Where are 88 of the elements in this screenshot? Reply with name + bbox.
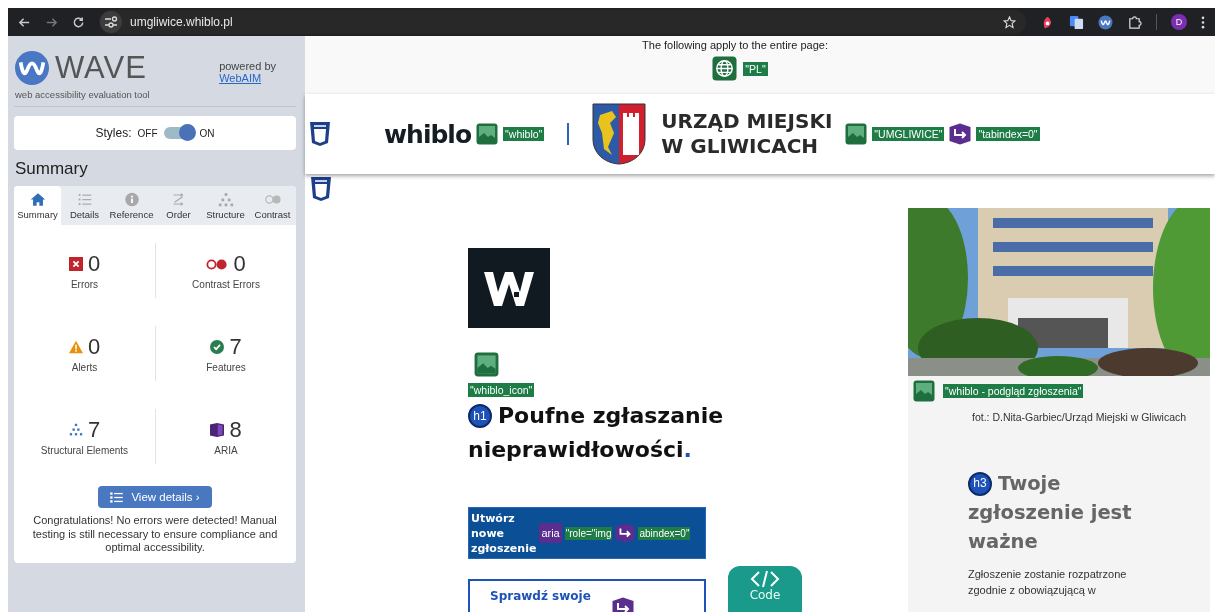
reload-icon[interactable] xyxy=(72,15,85,29)
stat-label: ARIA xyxy=(214,445,238,456)
alt-text-label: "whiblo" xyxy=(503,127,545,141)
error-icon xyxy=(68,257,83,271)
panel-tab[interactable]: Reference xyxy=(108,186,155,225)
image-icon xyxy=(845,123,868,145)
on-label: ON xyxy=(199,127,215,139)
heading-line: zgłoszenie jest xyxy=(968,500,1132,526)
stat-label: Errors xyxy=(70,279,99,290)
heading-line: ważne xyxy=(968,529,1038,555)
heading-level-badge: h3 xyxy=(968,471,992,496)
hierarchy-icon xyxy=(216,192,235,207)
wave-title: WAVE xyxy=(55,50,147,86)
alt-text-label: "whiblo_icon" xyxy=(468,383,535,397)
summary-heading: Summary xyxy=(15,159,89,179)
site-settings-icon[interactable] xyxy=(100,11,122,33)
brand-wordmark[interactable]: whiblo xyxy=(384,119,472,149)
tab-arrow-icon xyxy=(949,123,972,145)
menu-icon[interactable] xyxy=(1201,15,1205,29)
alert-icon xyxy=(68,340,83,354)
stat-label: Features xyxy=(206,362,246,373)
contrast-error-icon xyxy=(206,258,229,270)
info-icon xyxy=(122,192,141,207)
panel-tab[interactable]: Structure xyxy=(202,186,249,225)
image-icon xyxy=(474,352,499,377)
stat-label: Structural Elements xyxy=(40,445,129,456)
body-text: zgodnie z obowiązującą w xyxy=(968,583,1097,598)
view-details-button[interactable]: View details › xyxy=(98,486,212,508)
image-icon xyxy=(476,123,499,145)
home-icon xyxy=(28,192,47,207)
stat-count: 7 xyxy=(87,417,101,443)
body-text: Zgłoszenie zostanie rozpatrzone xyxy=(968,567,1128,582)
stat-count: 0 xyxy=(87,334,101,360)
wave-logo-icon xyxy=(15,51,49,85)
styles-label: Styles: xyxy=(95,126,132,140)
profile-avatar[interactable]: D xyxy=(1171,14,1187,30)
panel-tab[interactable]: Order xyxy=(155,186,202,225)
globe-icon xyxy=(712,56,738,81)
role-label: "role="img xyxy=(564,526,613,540)
list-icon xyxy=(110,491,124,503)
wave-extension-icon[interactable] xyxy=(1098,14,1113,30)
stat-label: Contrast Errors xyxy=(192,279,260,290)
webaim-link[interactable]: WebAIM xyxy=(219,72,276,84)
stat-count: 8 xyxy=(229,417,242,443)
heading-level-badge: h1 xyxy=(468,404,492,428)
styles-toggle[interactable] xyxy=(163,127,194,139)
contrast-icon xyxy=(263,192,282,207)
stat-count: 0 xyxy=(233,251,246,277)
tabindex-label: abindex=0" xyxy=(638,526,691,540)
alt-text-label: "UMGLIWICE" xyxy=(872,127,945,141)
puzzle-icon[interactable] xyxy=(1127,14,1142,30)
heading-line: Twoje xyxy=(998,471,1061,497)
coat-of-arms-logo[interactable] xyxy=(592,103,647,165)
bookmark-star-icon[interactable] xyxy=(1003,15,1016,29)
aria-label: aria xyxy=(539,523,562,543)
panel-tab[interactable]: Contrast xyxy=(249,186,296,225)
create-report-button[interactable]: Utwórz nowe zgłoszenie aria "role="img abindex=0" xyxy=(468,507,706,559)
photo-credit: fot.: D.Nita-Garbiec/Urząd Miejski w Gliwicach xyxy=(972,411,1188,423)
landmark-icon xyxy=(309,121,331,147)
hierarchy-icon xyxy=(68,423,83,437)
panel-tab[interactable]: Details xyxy=(61,186,108,225)
alt-text-label: "whiblo - podgląd zgłoszenia" xyxy=(943,384,1084,398)
button-label: Utwórz nowe zgłoszenie xyxy=(471,510,537,556)
heading-line: Poufne zgłaszanie xyxy=(498,402,724,430)
language-label: "PL" xyxy=(743,61,768,76)
powered-by-text: powered by xyxy=(219,60,276,72)
feature-check-icon xyxy=(210,340,225,354)
stat-count: 0 xyxy=(87,251,101,277)
address-bar[interactable]: umgliwice.whiblo.pl xyxy=(99,10,1026,34)
translate-icon[interactable] xyxy=(1069,14,1084,30)
notice-text: The following apply to the entire page: xyxy=(642,39,828,51)
tab-arrow-icon xyxy=(615,523,636,543)
landmark-icon xyxy=(310,176,332,202)
image-icon xyxy=(913,380,935,402)
stat-count: 7 xyxy=(229,334,242,360)
wave-tagline: web accessibility evaluation tool xyxy=(15,89,150,100)
panel-tab[interactable]: Summary xyxy=(14,186,61,225)
tabindex-label: "tabindex=0" xyxy=(976,127,1040,141)
check-status-button[interactable]: Sprawdź swoje xyxy=(468,579,706,612)
aria-box-icon xyxy=(210,423,225,437)
heading-line: nieprawidłowości. xyxy=(468,436,692,464)
congratulations-message: Congratulations! No errors were detected! Manual testing is still necessary to ensure compliance and optimal accessibility. xyxy=(31,514,279,555)
city-office-name[interactable]: URZĄD MIEJSKI W GLIWICACH xyxy=(661,109,833,159)
stat-label: Alerts xyxy=(71,362,98,373)
off-label: OFF xyxy=(137,127,158,139)
url-text: umgliwice.whiblo.pl xyxy=(130,15,234,29)
code-icon xyxy=(750,570,780,588)
button-label: Sprawdź swoje xyxy=(490,589,591,604)
